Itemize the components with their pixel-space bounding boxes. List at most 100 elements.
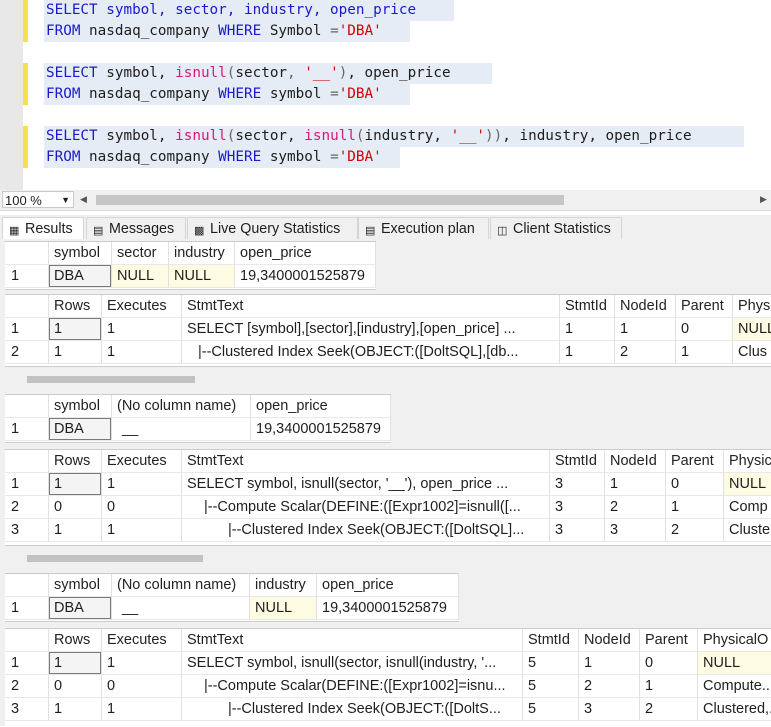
table-cell[interactable]: 0 [640,652,698,675]
table-cell[interactable]: 1 [102,473,182,496]
tab-results[interactable]: ▦ Results [2,217,84,239]
editor-hscroll-thumb[interactable] [96,195,564,205]
table-cell[interactable]: NULL [733,318,771,341]
tab-execution-plan[interactable]: ▤ Execution plan [358,217,489,239]
row-header-corner[interactable] [5,629,49,652]
table-cell[interactable]: |--Clustered Index Seek(OBJECT:([DoltSQL… [182,519,550,542]
table-cell[interactable]: 1 [102,318,182,341]
table-cell[interactable]: 1 [49,698,102,721]
column-header[interactable]: symbol [49,574,112,597]
table-cell[interactable]: 1 [102,519,182,542]
column-header[interactable]: symbol [49,242,112,265]
column-header[interactable]: StmtId [560,295,615,318]
scroll-thumb[interactable] [27,555,203,562]
row-number[interactable]: 1 [5,265,49,288]
table-cell[interactable]: 2 [615,341,676,364]
table-cell[interactable]: 3 [550,519,605,542]
table-cell[interactable]: Cluste [724,519,771,542]
tab-client-statistics[interactable]: ◫ Client Statistics [490,217,622,239]
scroll-right-icon[interactable]: ▶ [760,194,767,205]
column-header[interactable]: open_price [235,242,376,265]
column-header[interactable]: Rows [49,629,102,652]
table-cell[interactable]: __ [112,597,250,620]
column-header[interactable]: Parent [640,629,698,652]
table-cell[interactable]: 2 [666,519,724,542]
table-cell[interactable]: Compute... [698,675,771,698]
table-cell[interactable]: Comp [724,496,771,519]
table-cell[interactable]: NULL [250,597,317,620]
table-cell[interactable]: DBA [49,418,112,441]
result-grid-1[interactable]: symbol sector industry open_price 1 DBA … [5,241,376,290]
column-header[interactable]: Rows [49,450,102,473]
column-header[interactable]: industry [250,574,317,597]
table-cell[interactable]: 3 [550,473,605,496]
column-header[interactable]: sector [112,242,169,265]
table-cell[interactable]: 1 [102,341,182,364]
table-cell[interactable]: 1 [49,652,102,675]
column-header[interactable]: open_price [317,574,459,597]
row-number[interactable]: 2 [5,675,49,698]
table-cell[interactable]: SELECT symbol, isnull(sector, isnull(ind… [182,652,523,675]
table-cell[interactable]: |--Compute Scalar(DEFINE:([Expr1002]=isn… [182,496,550,519]
table-cell[interactable]: 0 [666,473,724,496]
column-header[interactable]: industry [169,242,235,265]
table-cell[interactable]: |--Clustered Index Seek(OBJECT:([DoltS..… [182,698,523,721]
column-header[interactable]: Parent [666,450,724,473]
table-cell[interactable]: DBA [49,265,112,288]
column-header[interactable]: (No column name) [112,395,251,418]
column-header[interactable]: Executes [102,295,182,318]
column-header[interactable]: Physic [724,450,771,473]
table-cell[interactable]: 1 [676,341,733,364]
table-cell[interactable]: NULL [698,652,771,675]
table-cell[interactable]: 0 [49,675,102,698]
column-header[interactable]: (No column name) [112,574,250,597]
tab-messages[interactable]: ▤ Messages [86,217,186,239]
table-cell[interactable]: 1 [102,698,182,721]
column-header[interactable]: Parent [676,295,733,318]
table-cell[interactable]: 1 [102,652,182,675]
table-cell[interactable]: 0 [102,496,182,519]
column-header[interactable]: PhysicalO [698,629,771,652]
query-editor[interactable]: SELECT symbol, sector , industry, open_pr… [0,0,771,190]
row-number[interactable]: 1 [5,418,49,441]
row-number[interactable]: 2 [5,341,49,364]
row-header-corner[interactable] [5,295,49,318]
row-number[interactable]: 1 [5,473,49,496]
table-cell[interactable]: NULL [724,473,771,496]
plan-grid-1[interactable]: Rows Executes StmtText StmtId NodeId Par… [5,294,771,367]
column-header[interactable]: StmtId [523,629,579,652]
plan-grid-3[interactable]: Rows Executes StmtText StmtId NodeId Par… [5,628,771,727]
table-cell[interactable]: SELECT symbol, isnull(sector, '__'), ope… [182,473,550,496]
table-cell[interactable]: Clus [733,341,771,364]
row-header-corner[interactable] [5,395,49,418]
column-header[interactable]: StmtText [182,295,560,318]
table-cell[interactable]: SELECT [symbol],[sector],[industry],[ope… [182,318,560,341]
plan-grid-1-hscroll[interactable] [5,370,771,387]
row-number[interactable]: 1 [5,652,49,675]
tab-live-query-statistics[interactable]: ▩ Live Query Statistics [187,217,358,239]
table-cell[interactable]: |--Compute Scalar(DEFINE:([Expr1002]=isn… [182,675,523,698]
table-cell[interactable]: NULL [169,265,235,288]
table-cell[interactable]: 0 [676,318,733,341]
table-cell[interactable]: 1 [560,341,615,364]
column-header[interactable]: Rows [49,295,102,318]
table-cell[interactable]: 1 [605,473,666,496]
table-cell[interactable]: 2 [640,698,698,721]
table-cell[interactable]: 0 [49,496,102,519]
scroll-left-icon[interactable]: ◀ [80,194,87,205]
scroll-thumb[interactable] [27,376,195,383]
row-number[interactable]: 2 [5,496,49,519]
table-cell[interactable]: 1 [560,318,615,341]
column-header[interactable]: StmtText [182,629,523,652]
plan-grid-2[interactable]: Rows Executes StmtText StmtId NodeId Par… [5,449,771,546]
row-number[interactable]: 1 [5,597,49,620]
row-number[interactable]: 3 [5,698,49,721]
table-cell[interactable]: 1 [615,318,676,341]
table-cell[interactable]: 0 [102,675,182,698]
row-header-corner[interactable] [5,574,49,597]
table-cell[interactable]: 1 [49,519,102,542]
table-cell[interactable]: 5 [523,698,579,721]
table-cell[interactable]: 3 [605,519,666,542]
row-number[interactable]: 1 [5,318,49,341]
column-header[interactable]: Executes [102,450,182,473]
